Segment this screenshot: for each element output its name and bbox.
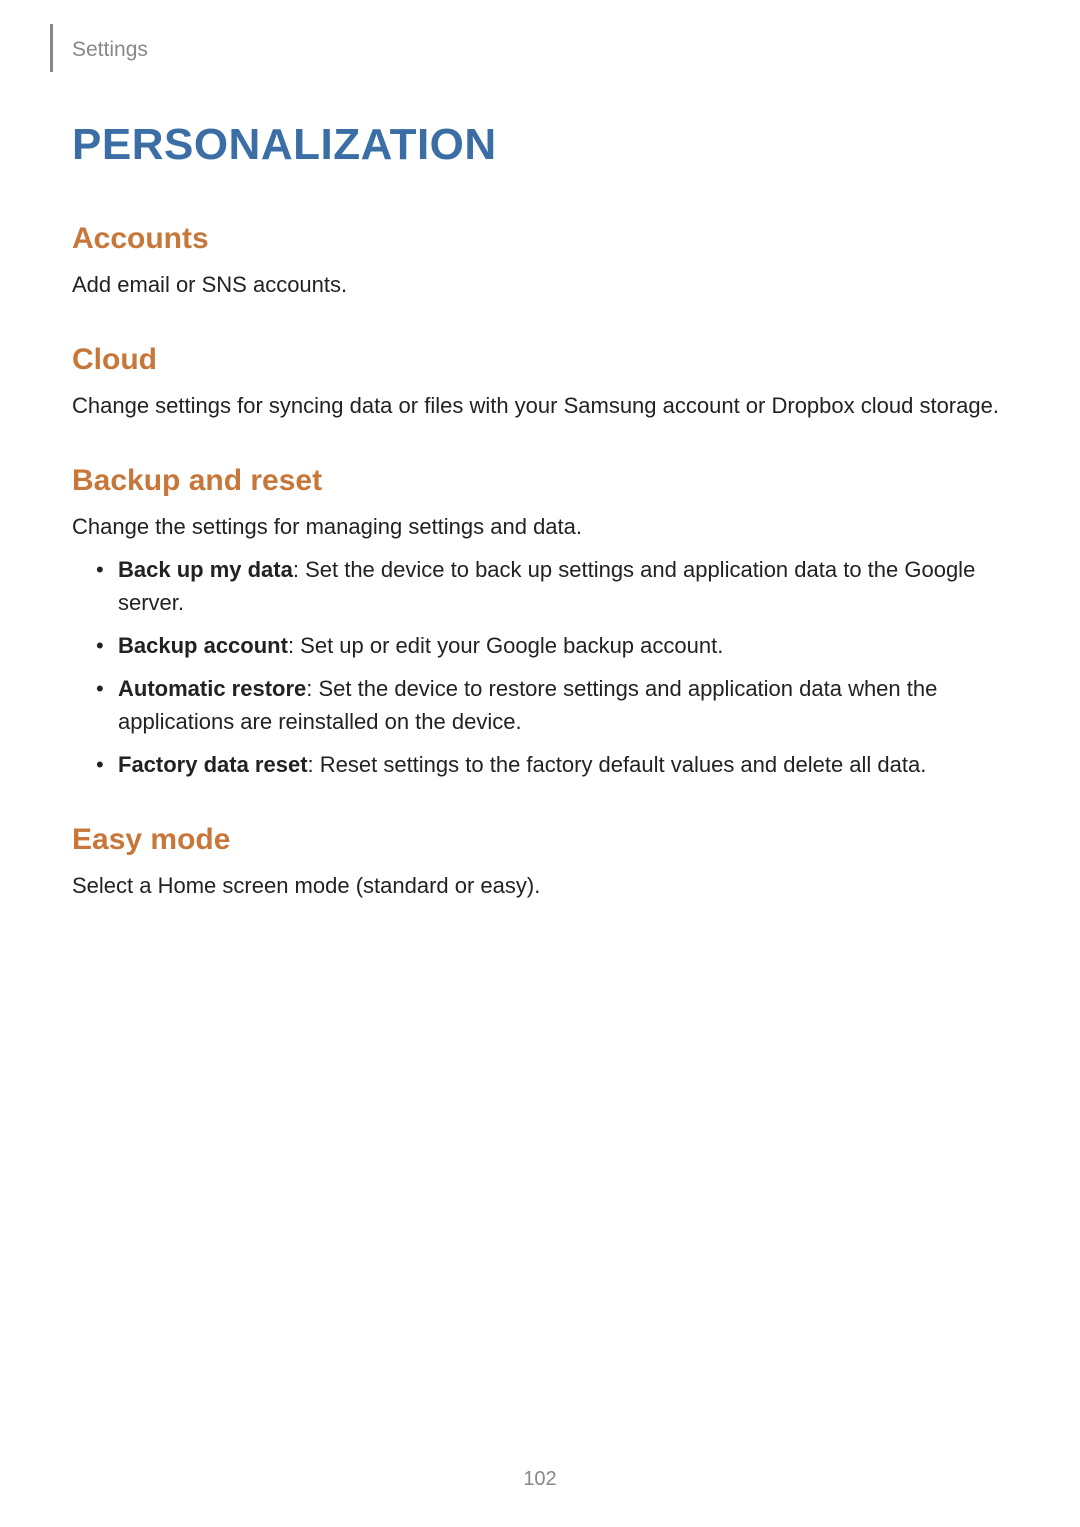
- section-body-backup: Change the settings for managing setting…: [72, 510, 1008, 543]
- page-title: PERSONALIZATION: [72, 120, 1008, 170]
- section-body-accounts: Add email or SNS accounts.: [72, 268, 1008, 301]
- list-item-bold: Back up my data: [118, 557, 293, 582]
- breadcrumb-text: Settings: [72, 38, 148, 62]
- section-accounts: Accounts Add email or SNS accounts.: [72, 222, 1008, 301]
- section-heading-easymode: Easy mode: [72, 823, 1008, 857]
- backup-list: Back up my data: Set the device to back …: [72, 553, 1008, 781]
- section-body-cloud: Change settings for syncing data or file…: [72, 389, 1008, 422]
- list-item-text: : Set up or edit your Google backup acco…: [288, 633, 723, 658]
- section-heading-backup: Backup and reset: [72, 464, 1008, 498]
- page-number: 102: [0, 1468, 1080, 1491]
- list-item: Factory data reset: Reset settings to th…: [100, 748, 1008, 781]
- section-backup: Backup and reset Change the settings for…: [72, 464, 1008, 781]
- list-item: Back up my data: Set the device to back …: [100, 553, 1008, 619]
- section-cloud: Cloud Change settings for syncing data o…: [72, 343, 1008, 422]
- list-item-bold: Backup account: [118, 633, 288, 658]
- section-easymode: Easy mode Select a Home screen mode (sta…: [72, 823, 1008, 902]
- list-item: Backup account: Set up or edit your Goog…: [100, 629, 1008, 662]
- list-item: Automatic restore: Set the device to res…: [100, 672, 1008, 738]
- breadcrumb: Settings: [72, 38, 1008, 62]
- breadcrumb-divider: [50, 24, 53, 72]
- list-item-bold: Factory data reset: [118, 752, 308, 777]
- list-item-bold: Automatic restore: [118, 676, 306, 701]
- section-body-easymode: Select a Home screen mode (standard or e…: [72, 869, 1008, 902]
- section-heading-accounts: Accounts: [72, 222, 1008, 256]
- list-item-text: : Reset settings to the factory default …: [308, 752, 927, 777]
- section-heading-cloud: Cloud: [72, 343, 1008, 377]
